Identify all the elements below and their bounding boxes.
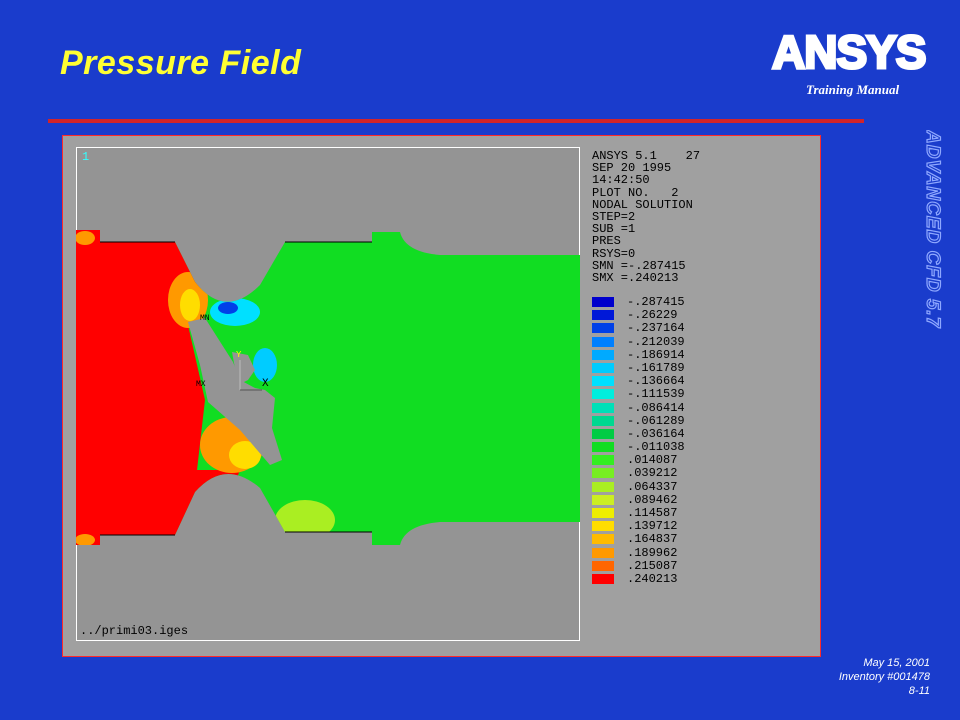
footer-date: May 15, 2001: [863, 657, 930, 669]
legend-swatch: [592, 362, 614, 373]
legend-value: -.287415: [627, 295, 685, 309]
vertical-caption: ADVANCED CFD 5.7: [922, 130, 944, 370]
legend-value: .164837: [627, 532, 678, 547]
window-number: 1: [82, 150, 90, 164]
info-line: RSYS=0: [592, 246, 636, 261]
legend-swatch: [592, 415, 614, 426]
legend-value: -.086414: [627, 400, 685, 415]
legend-value: -.161789: [627, 360, 685, 375]
legend-swatch: [592, 402, 614, 413]
legend-swatch: [592, 455, 614, 466]
info-line: PRES: [592, 234, 621, 249]
legend-value: -.061289: [627, 413, 685, 428]
legend-value: .089462: [627, 492, 678, 507]
legend-swatch: [592, 521, 614, 532]
legend-swatch: [592, 376, 614, 387]
axis-y-label: Y: [236, 350, 242, 360]
legend-value: .189962: [627, 545, 678, 560]
legend-swatch: [592, 428, 614, 439]
legend-swatch: [592, 297, 614, 307]
min-marker: MN: [200, 314, 210, 323]
file-label: ../primi03.iges: [80, 624, 189, 638]
legend-swatch: [592, 442, 614, 453]
legend-swatch: [592, 389, 614, 400]
legend-value: .215087: [627, 558, 678, 573]
legend-swatch: [592, 534, 614, 545]
vertical-text: ADVANCED CFD 5.7: [922, 130, 943, 329]
max-marker: MX: [196, 380, 206, 389]
info-line: SMX =.240213: [592, 270, 679, 285]
slide-title: Pressure Field: [60, 44, 302, 82]
info-line: 14:42:50: [592, 173, 650, 188]
legend-swatch: [592, 573, 614, 584]
legend-swatch: [592, 494, 614, 505]
title-divider: [48, 119, 864, 123]
legend-swatch: [592, 310, 614, 321]
legend-value: .114587: [627, 506, 678, 520]
legend-value: -.237164: [627, 321, 685, 336]
legend-swatch: [592, 508, 614, 518]
legend-value: -.111539: [627, 387, 685, 402]
legend-value: -.036164: [627, 426, 685, 441]
ansys-logo: ANSYS ANSYS: [770, 24, 946, 80]
legend-value: .014087: [627, 453, 678, 468]
legend-swatch: [592, 349, 614, 360]
legend-value: -.136664: [627, 374, 685, 389]
axis-x-label: X: [262, 378, 269, 390]
info-line: PLOT NO. 2: [592, 185, 679, 200]
footer-inventory: Inventory #001478: [838, 671, 930, 683]
legend-swatch: [592, 481, 614, 492]
legend-value: .039212: [627, 466, 678, 481]
legend-swatch: [592, 323, 614, 334]
legend-value: -.011038: [627, 440, 685, 455]
legend-swatch: [592, 547, 614, 558]
footer: May 15, 2001 Inventory #001478 8-11: [839, 656, 930, 698]
logo-text-fill: ANSYS: [772, 26, 925, 78]
legend-value: .240213: [627, 571, 678, 586]
plot-info-block: ANSYS 5.1 27 SEP 20 1995 14:42:50 PLOT N…: [592, 150, 700, 284]
legend-value: -.212039: [627, 334, 685, 349]
footer-page: 8-11: [908, 685, 930, 697]
legend-swatch: [592, 560, 614, 571]
pressure-contour-plot: [76, 230, 580, 545]
legend-value: -.186914: [627, 347, 685, 362]
legend-value: .064337: [627, 479, 678, 494]
legend-swatch: [592, 468, 614, 479]
legend-value: -.26229: [627, 308, 678, 323]
training-manual-label: Training Manual: [806, 82, 900, 97]
legend-swatch: [592, 336, 614, 347]
legend-value: .139712: [627, 519, 678, 534]
